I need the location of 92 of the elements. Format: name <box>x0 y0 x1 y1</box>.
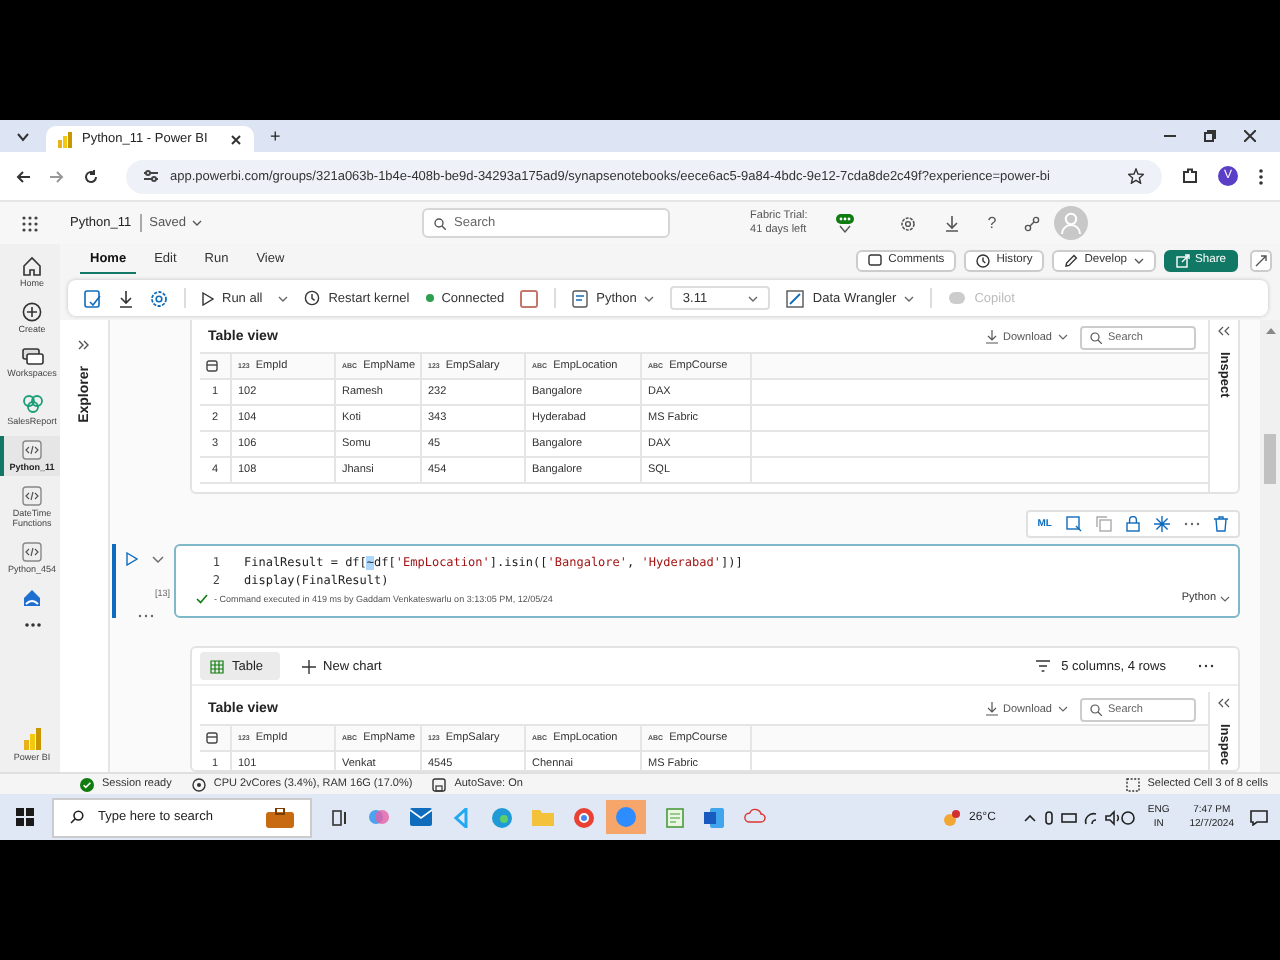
new-tab-button[interactable]: + <box>270 126 281 146</box>
power-bi-logo-icon <box>58 131 72 147</box>
cloud-icon[interactable] <box>744 808 766 826</box>
caret-icon <box>1133 257 1144 263</box>
clock-icon <box>304 290 321 306</box>
settings-icon[interactable] <box>150 289 168 307</box>
table-icon <box>210 659 224 673</box>
site-settings-icon[interactable] <box>144 170 158 182</box>
search-icon <box>1090 703 1102 715</box>
workspaces-icon[interactable] <box>21 348 43 367</box>
play-icon <box>202 291 214 305</box>
lock-icon[interactable] <box>1126 516 1140 532</box>
caret-icon[interactable] <box>278 295 289 301</box>
back-icon[interactable] <box>16 169 30 183</box>
settings-icon[interactable] <box>899 215 916 231</box>
filter-icon[interactable] <box>1035 660 1050 672</box>
caret-icon <box>904 295 915 301</box>
forward-icon[interactable] <box>50 169 64 183</box>
notebook-icon[interactable] <box>22 485 42 506</box>
briefcase-icon[interactable] <box>266 807 294 827</box>
tray-icons-drawing[interactable] <box>1043 809 1136 825</box>
star-icon[interactable] <box>1128 168 1144 184</box>
selection-icon <box>1125 777 1140 791</box>
comment-icon <box>868 253 883 267</box>
create-icon[interactable] <box>22 302 42 323</box>
share-icon[interactable] <box>1024 215 1041 231</box>
search-icon <box>1090 331 1102 343</box>
cpu-icon <box>191 777 206 791</box>
clock-icon <box>976 253 991 267</box>
close-icon[interactable] <box>230 133 242 145</box>
house-icon[interactable] <box>22 588 42 609</box>
delete-icon[interactable] <box>1214 516 1228 532</box>
home-icon[interactable] <box>22 256 42 276</box>
caret-icon <box>1058 706 1068 712</box>
notebook-icon[interactable] <box>22 439 42 460</box>
search-icon <box>70 810 84 824</box>
download-icon[interactable] <box>118 289 134 307</box>
plus-icon <box>301 659 316 673</box>
browser-icon[interactable] <box>492 807 512 827</box>
extensions-icon[interactable] <box>1182 168 1198 184</box>
tab-list-icon[interactable] <box>16 131 30 141</box>
chat-icon[interactable] <box>833 213 856 233</box>
scrollbar[interactable] <box>1260 320 1280 772</box>
notebook-icon[interactable] <box>22 542 42 563</box>
reload-icon[interactable] <box>84 169 98 183</box>
browser-icon[interactable] <box>574 807 594 827</box>
download-icon <box>985 330 998 344</box>
restore-icon[interactable] <box>1204 130 1216 142</box>
menu-icon[interactable] <box>1258 167 1264 185</box>
caret-icon <box>1058 334 1068 340</box>
caret-icon <box>644 295 655 301</box>
collapse-icon[interactable] <box>1218 326 1230 336</box>
collapse-icon[interactable] <box>1218 698 1230 708</box>
document-icon[interactable] <box>704 807 724 827</box>
mail-icon[interactable] <box>410 808 432 826</box>
session-square-icon[interactable] <box>520 289 539 307</box>
share-icon <box>1175 253 1190 267</box>
save-icon <box>432 777 447 791</box>
comment-icon[interactable] <box>1066 516 1082 532</box>
download-icon <box>985 702 998 716</box>
windows-start-icon[interactable] <box>16 808 34 826</box>
pencil-icon <box>1064 253 1079 267</box>
close-icon[interactable] <box>1244 130 1256 142</box>
chevron-up-icon[interactable] <box>1023 813 1036 821</box>
caret-icon[interactable] <box>192 220 203 226</box>
caret-icon <box>748 295 759 301</box>
minimize-icon[interactable] <box>1164 130 1176 142</box>
scroll-up-icon[interactable] <box>1265 328 1275 334</box>
report-icon[interactable] <box>21 393 43 414</box>
weather-icon[interactable] <box>941 807 961 827</box>
collapse-cell-icon[interactable] <box>152 555 164 563</box>
expand-icon[interactable] <box>78 340 90 350</box>
search-icon <box>434 217 447 229</box>
more-icon[interactable] <box>23 622 41 629</box>
checkmark-icon <box>196 593 208 603</box>
document-icon <box>572 289 589 307</box>
notebook-icon[interactable] <box>84 289 102 307</box>
help-icon[interactable]: ? <box>987 214 997 232</box>
run-cell-icon[interactable] <box>126 552 138 566</box>
copilot-icon[interactable] <box>368 806 390 828</box>
task-view-icon[interactable] <box>332 809 348 825</box>
caret-icon <box>1220 595 1230 601</box>
wrangler-icon <box>786 289 805 307</box>
notification-icon[interactable] <box>1250 809 1268 825</box>
collapse-ribbon-icon[interactable] <box>1250 249 1272 271</box>
table-icon <box>206 732 218 744</box>
app-launcher-icon[interactable] <box>22 215 38 231</box>
freeze-icon[interactable] <box>1154 516 1170 532</box>
download-icon[interactable] <box>943 215 960 231</box>
copilot-icon <box>948 290 967 306</box>
scroll-thumb[interactable] <box>1264 434 1276 484</box>
table-icon <box>206 360 218 372</box>
